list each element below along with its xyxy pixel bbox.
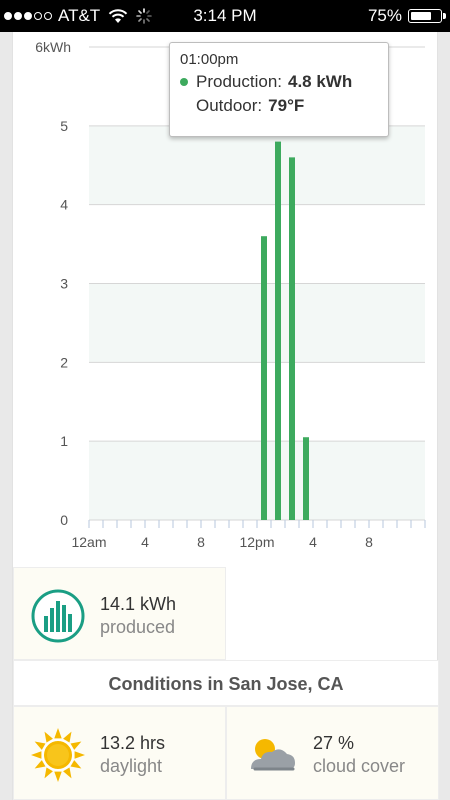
battery-icon xyxy=(408,9,446,23)
tooltip-outdoor-label: Outdoor: xyxy=(196,96,263,115)
battery-percent: 75% xyxy=(367,6,402,25)
tooltip-time: 01:00pm xyxy=(180,51,239,68)
y-tick-label: 2 xyxy=(60,354,68,370)
chart-bar xyxy=(289,157,295,520)
partly-cloudy-icon xyxy=(251,739,295,771)
daylight-label: daylight xyxy=(100,756,163,776)
produced-label: produced xyxy=(100,617,176,637)
y-tick-label: 6kWh xyxy=(35,39,71,55)
y-tick-label: 5 xyxy=(60,118,68,134)
cloud-value: 27 % xyxy=(313,733,355,753)
daylight-text: 13.2 hrs daylight xyxy=(100,733,165,777)
daylight-value: 13.2 hrs xyxy=(100,733,166,753)
sun-icon xyxy=(31,728,85,782)
chart-band xyxy=(89,125,425,205)
battery-group: 75% xyxy=(367,6,446,26)
conditions-title: Conditions in San Jose, CA xyxy=(13,660,439,706)
y-tick-label: 4 xyxy=(60,197,68,213)
tooltip-production-label: Production: xyxy=(196,72,282,91)
tooltip-production-row: Production: 4.8 kWh xyxy=(180,72,378,92)
chart-bar xyxy=(275,141,281,520)
chart-band xyxy=(89,441,425,520)
y-tick-label: 3 xyxy=(60,276,68,292)
x-tick-label: 8 xyxy=(197,534,205,550)
produced-tile: 14.1 kWh produced xyxy=(13,567,226,660)
chart-band xyxy=(89,283,425,363)
x-tick-label: 4 xyxy=(141,534,149,550)
production-chart-icon xyxy=(31,589,85,643)
status-bar: AT&T 3:14 PM 75% xyxy=(0,0,450,32)
production-chart[interactable]: 0 1 2 3 4 5 6kWh 12am 4 8 12pm 4 8 01:00pm Productio… xyxy=(13,32,439,567)
chart-bar xyxy=(303,437,309,520)
produced-text: 14.1 kWh produced xyxy=(100,594,176,638)
daylight-tile: 13.2 hrs daylight xyxy=(13,706,226,800)
y-tick-label: 0 xyxy=(60,512,68,528)
x-tick-label: 8 xyxy=(365,534,373,550)
cloud-label: cloud cover xyxy=(313,756,406,776)
chart-tooltip: 01:00pm Production: 4.8 kWh Outdoor: 79°… xyxy=(169,42,389,137)
x-tick-label: 12pm xyxy=(239,534,274,550)
chart-bar xyxy=(261,236,267,520)
x-tick-label: 4 xyxy=(309,534,317,550)
cloud-tile: 27 % cloud cover xyxy=(226,706,439,800)
y-tick-label: 1 xyxy=(60,433,68,449)
tooltip-production-value: 4.8 kWh xyxy=(288,72,353,91)
cloud-text: 27 % cloud cover xyxy=(313,733,405,777)
x-tick-label: 12am xyxy=(71,534,106,550)
tooltip-outdoor-row: Outdoor: 79°F xyxy=(180,96,378,116)
produced-value: 14.1 kWh xyxy=(100,594,177,614)
energy-card: 0 1 2 3 4 5 6kWh 12am 4 8 12pm 4 8 01:00pm Productio… xyxy=(12,32,439,800)
series-dot-icon xyxy=(180,78,188,86)
battery-fill xyxy=(411,12,432,20)
tooltip-outdoor-value: 79°F xyxy=(268,96,305,115)
